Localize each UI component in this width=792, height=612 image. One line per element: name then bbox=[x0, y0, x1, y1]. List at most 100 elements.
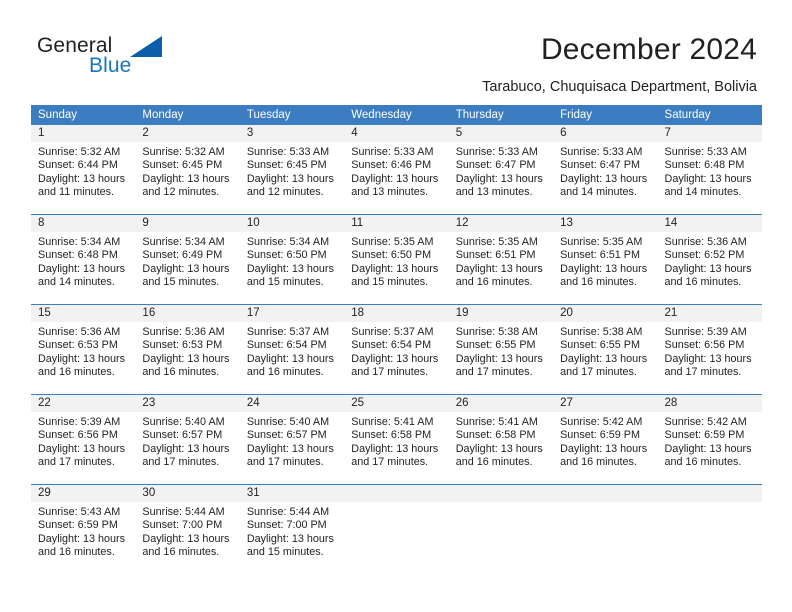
page-title: December 2024 bbox=[540, 33, 757, 66]
day-cell[interactable]: Sunrise: 5:39 AM Sunset: 6:56 PM Daylight:… bbox=[31, 412, 135, 484]
daylight-text: Daylight: 13 hours bbox=[560, 262, 648, 275]
day-cell[interactable]: Sunrise: 5:36 AM Sunset: 6:53 PM Daylight:… bbox=[135, 322, 239, 394]
day-number[interactable]: 26 bbox=[449, 395, 553, 412]
day-number[interactable]: 21 bbox=[658, 305, 762, 322]
day-cell[interactable]: Sunrise: 5:42 AM Sunset: 6:59 PM Daylight:… bbox=[553, 412, 657, 484]
day-cell[interactable]: Sunrise: 5:35 AM Sunset: 6:51 PM Daylight:… bbox=[449, 232, 553, 304]
day-number[interactable]: 18 bbox=[344, 305, 448, 322]
day-number[interactable]: 29 bbox=[31, 485, 135, 502]
sunset-text: Sunset: 6:56 PM bbox=[664, 339, 745, 352]
day-cell[interactable]: Sunrise: 5:37 AM Sunset: 6:54 PM Daylight:… bbox=[344, 322, 448, 394]
day-number[interactable]: 28 bbox=[658, 395, 762, 412]
daylight-text: Daylight: 13 hours bbox=[455, 172, 543, 185]
day-cell[interactable]: Sunrise: 5:33 AM Sunset: 6:48 PM Daylight:… bbox=[658, 142, 762, 214]
day-number[interactable]: 5 bbox=[449, 125, 553, 142]
sunrise-text: Sunrise: 5:37 AM bbox=[351, 326, 434, 338]
sunrise-text: Sunrise: 5:34 AM bbox=[246, 236, 330, 248]
sunset-text: Sunset: 6:44 PM bbox=[38, 159, 118, 172]
day-number[interactable]: 12 bbox=[449, 215, 553, 232]
day-number[interactable]: 19 bbox=[449, 305, 553, 322]
day-number[interactable]: 17 bbox=[240, 305, 344, 322]
day-number[interactable]: 25 bbox=[344, 395, 448, 412]
daylight-text-cont: and 12 minutes. bbox=[246, 185, 324, 198]
day-number[interactable]: 14 bbox=[658, 215, 762, 232]
day-number[interactable]: 9 bbox=[135, 215, 239, 232]
day-cell[interactable]: Sunrise: 5:44 AM Sunset: 7:00 PM Daylight:… bbox=[240, 502, 344, 574]
day-cell[interactable]: Sunrise: 5:34 AM Sunset: 6:49 PM Daylight:… bbox=[135, 232, 239, 304]
day-number[interactable]: 11 bbox=[344, 215, 448, 232]
day-number[interactable]: 6 bbox=[553, 125, 657, 142]
day-cell[interactable]: Sunrise: 5:38 AM Sunset: 6:55 PM Daylight:… bbox=[553, 322, 657, 394]
day-number[interactable]: 16 bbox=[135, 305, 239, 322]
daylight-text: Daylight: 13 hours bbox=[664, 172, 752, 185]
day-cell[interactable]: Sunrise: 5:40 AM Sunset: 6:57 PM Daylight:… bbox=[135, 412, 239, 484]
daylight-text-cont: and 16 minutes. bbox=[560, 455, 637, 468]
day-cell[interactable]: Sunrise: 5:38 AM Sunset: 6:55 PM Daylight:… bbox=[449, 322, 553, 394]
daylight-text: Daylight: 13 hours bbox=[560, 442, 648, 455]
day-cell[interactable]: Sunrise: 5:41 AM Sunset: 6:58 PM Daylight:… bbox=[344, 412, 448, 484]
day-cell[interactable]: Sunrise: 5:39 AM Sunset: 6:56 PM Daylight:… bbox=[658, 322, 762, 394]
daylight-text: Daylight: 13 hours bbox=[664, 442, 752, 455]
day-number[interactable]: 30 bbox=[135, 485, 239, 502]
sunrise-text: Sunrise: 5:39 AM bbox=[664, 326, 747, 338]
sunrise-text: Sunrise: 5:43 AM bbox=[38, 506, 121, 518]
daylight-text-cont: and 16 minutes. bbox=[246, 365, 324, 378]
day-number-strip: 29 30 31 bbox=[31, 485, 762, 502]
day-cell[interactable]: Sunrise: 5:35 AM Sunset: 6:50 PM Daylight:… bbox=[344, 232, 448, 304]
day-cell[interactable]: Sunrise: 5:33 AM Sunset: 6:46 PM Daylight:… bbox=[344, 142, 448, 214]
sunset-text: Sunset: 7:00 PM bbox=[246, 519, 327, 532]
sunrise-text: Sunrise: 5:40 AM bbox=[142, 416, 225, 428]
day-number[interactable]: 7 bbox=[658, 125, 762, 142]
sunset-text: Sunset: 6:59 PM bbox=[560, 429, 640, 442]
day-cell[interactable]: Sunrise: 5:34 AM Sunset: 6:50 PM Daylight:… bbox=[240, 232, 344, 304]
day-cell[interactable]: Sunrise: 5:32 AM Sunset: 6:44 PM Daylight:… bbox=[31, 142, 135, 214]
day-number[interactable]: 3 bbox=[240, 125, 344, 142]
day-cell[interactable]: Sunrise: 5:44 AM Sunset: 7:00 PM Daylight:… bbox=[135, 502, 239, 574]
daylight-text: Daylight: 13 hours bbox=[38, 532, 126, 545]
day-cell[interactable]: Sunrise: 5:40 AM Sunset: 6:57 PM Daylight:… bbox=[240, 412, 344, 484]
daylight-text: Daylight: 13 hours bbox=[351, 442, 439, 455]
day-cell[interactable]: Sunrise: 5:42 AM Sunset: 6:59 PM Daylight:… bbox=[658, 412, 762, 484]
sunset-text: Sunset: 6:45 PM bbox=[246, 159, 327, 172]
day-cell[interactable]: Sunrise: 5:35 AM Sunset: 6:51 PM Daylight:… bbox=[553, 232, 657, 304]
day-number[interactable]: 10 bbox=[240, 215, 344, 232]
sunrise-text: Sunrise: 5:38 AM bbox=[455, 326, 538, 338]
daylight-text-cont: and 17 minutes. bbox=[351, 455, 429, 468]
day-number[interactable]: 24 bbox=[240, 395, 344, 412]
day-number[interactable]: 23 bbox=[135, 395, 239, 412]
daylight-text-cont: and 17 minutes. bbox=[664, 365, 742, 378]
day-number[interactable]: 8 bbox=[31, 215, 135, 232]
sunset-text: Sunset: 6:50 PM bbox=[246, 249, 327, 262]
daylight-text-cont: and 13 minutes. bbox=[455, 185, 533, 198]
calendar-page: General Blue December 2024 Tarabuco, Chu… bbox=[0, 0, 792, 612]
calendar-week-row: 1 2 3 4 5 6 7 Sunrise: 5:32 AM Sunset: 6:44 PM Da… bbox=[31, 125, 762, 214]
day-cell[interactable]: Sunrise: 5:33 AM Sunset: 6:47 PM Daylight:… bbox=[553, 142, 657, 214]
day-cell[interactable]: Sunrise: 5:34 AM Sunset: 6:48 PM Daylight:… bbox=[31, 232, 135, 304]
day-cell[interactable]: Sunrise: 5:33 AM Sunset: 6:47 PM Daylight:… bbox=[449, 142, 553, 214]
brand-logo[interactable]: General Blue bbox=[37, 34, 207, 84]
daylight-text: Daylight: 13 hours bbox=[38, 172, 126, 185]
day-cell[interactable]: Sunrise: 5:36 AM Sunset: 6:53 PM Daylight:… bbox=[31, 322, 135, 394]
daylight-text: Daylight: 13 hours bbox=[142, 262, 230, 275]
day-number[interactable]: 31 bbox=[240, 485, 344, 502]
day-number[interactable]: 4 bbox=[344, 125, 448, 142]
daylight-text-cont: and 16 minutes. bbox=[455, 455, 533, 468]
calendar-week-row: 22 23 24 25 26 27 28 Sunrise: 5:39 AM Sunset: 6:… bbox=[31, 394, 762, 484]
day-cell[interactable]: Sunrise: 5:32 AM Sunset: 6:45 PM Daylight:… bbox=[135, 142, 239, 214]
daylight-text: Daylight: 13 hours bbox=[560, 172, 648, 185]
day-number[interactable]: 2 bbox=[135, 125, 239, 142]
day-cell[interactable]: Sunrise: 5:36 AM Sunset: 6:52 PM Daylight:… bbox=[658, 232, 762, 304]
day-number[interactable]: 22 bbox=[31, 395, 135, 412]
day-cell-empty bbox=[449, 502, 553, 574]
day-cell[interactable]: Sunrise: 5:37 AM Sunset: 6:54 PM Daylight:… bbox=[240, 322, 344, 394]
day-cell[interactable]: Sunrise: 5:43 AM Sunset: 6:59 PM Daylight:… bbox=[31, 502, 135, 574]
day-number[interactable]: 20 bbox=[553, 305, 657, 322]
day-number[interactable]: 15 bbox=[31, 305, 135, 322]
sunset-text: Sunset: 6:53 PM bbox=[142, 339, 223, 352]
day-cell[interactable]: Sunrise: 5:41 AM Sunset: 6:58 PM Daylight:… bbox=[449, 412, 553, 484]
day-number[interactable]: 13 bbox=[553, 215, 657, 232]
day-cell[interactable]: Sunrise: 5:33 AM Sunset: 6:45 PM Daylight:… bbox=[240, 142, 344, 214]
day-number[interactable]: 27 bbox=[553, 395, 657, 412]
sunrise-text: Sunrise: 5:44 AM bbox=[142, 506, 225, 518]
day-number[interactable]: 1 bbox=[31, 125, 135, 142]
